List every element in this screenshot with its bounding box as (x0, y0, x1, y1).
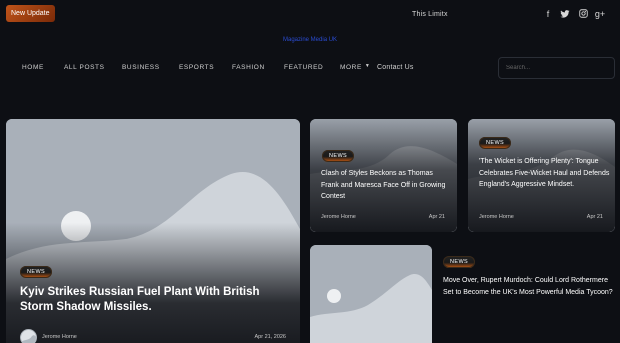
twitter-icon[interactable] (558, 7, 572, 21)
post-card[interactable]: News Clash of Styles Beckons as Thomas F… (310, 119, 457, 232)
post-author[interactable]: Jerome Horne (42, 334, 77, 340)
post-category-tag[interactable]: News (20, 266, 53, 278)
nav-more-label: MORE (340, 64, 362, 71)
author-avatar[interactable] (20, 329, 37, 343)
post-category-tag[interactable]: News (479, 137, 512, 149)
nav-contact-us[interactable]: Contact Us (377, 58, 414, 78)
featured-post-card[interactable]: News Kyiv Strikes Russian Fuel Plant Wit… (6, 119, 300, 343)
post-date: Apr 21, 2026 (254, 334, 287, 340)
post-date: Apr 21 (586, 214, 603, 220)
post-category-tag[interactable]: News (322, 150, 355, 162)
nav-more[interactable]: MORE ▼ (340, 58, 370, 78)
post-date: Apr 21 (428, 214, 445, 220)
post-category-tag[interactable]: News (443, 256, 476, 268)
nav-home[interactable]: HOME (22, 58, 44, 78)
top-bar: New Update This Limitx f g+ (0, 0, 620, 30)
facebook-icon[interactable]: f (541, 7, 555, 21)
post-title[interactable]: Clash of Styles Beckons as Thomas Frank … (321, 168, 451, 203)
instagram-icon[interactable] (576, 7, 590, 21)
nav-esports[interactable]: ESPORTS (179, 58, 214, 78)
post-card[interactable]: News 'The Wicket is Offering Plenty': To… (468, 119, 615, 232)
post-thumbnail[interactable] (310, 245, 432, 343)
nav-fashion[interactable]: FASHION (232, 58, 265, 78)
post-title[interactable]: 'The Wicket is Offering Plenty': Tongue … (479, 156, 611, 191)
new-update-badge[interactable]: New Update (6, 5, 55, 22)
nav-featured[interactable]: FEATURED (284, 58, 323, 78)
search-input[interactable] (498, 57, 615, 79)
post-title[interactable]: Move Over, Rupert Murdoch: Could Lord Ro… (443, 275, 615, 298)
nav-all-posts[interactable]: ALL POSTS (64, 58, 105, 78)
post-author[interactable]: Jerome Horne (479, 214, 514, 220)
google-plus-icon[interactable]: g+ (593, 7, 607, 21)
site-title[interactable]: Magazine Media UK (283, 37, 337, 43)
caret-down-icon: ▼ (364, 63, 371, 69)
post-author[interactable]: Jerome Horne (321, 214, 356, 220)
nav-business[interactable]: BUSINESS (122, 58, 160, 78)
image-placeholder-icon (310, 245, 432, 343)
post-title[interactable]: Kyiv Strikes Russian Fuel Plant With Bri… (20, 285, 290, 315)
news-ticker[interactable]: This Limitx (412, 11, 448, 18)
